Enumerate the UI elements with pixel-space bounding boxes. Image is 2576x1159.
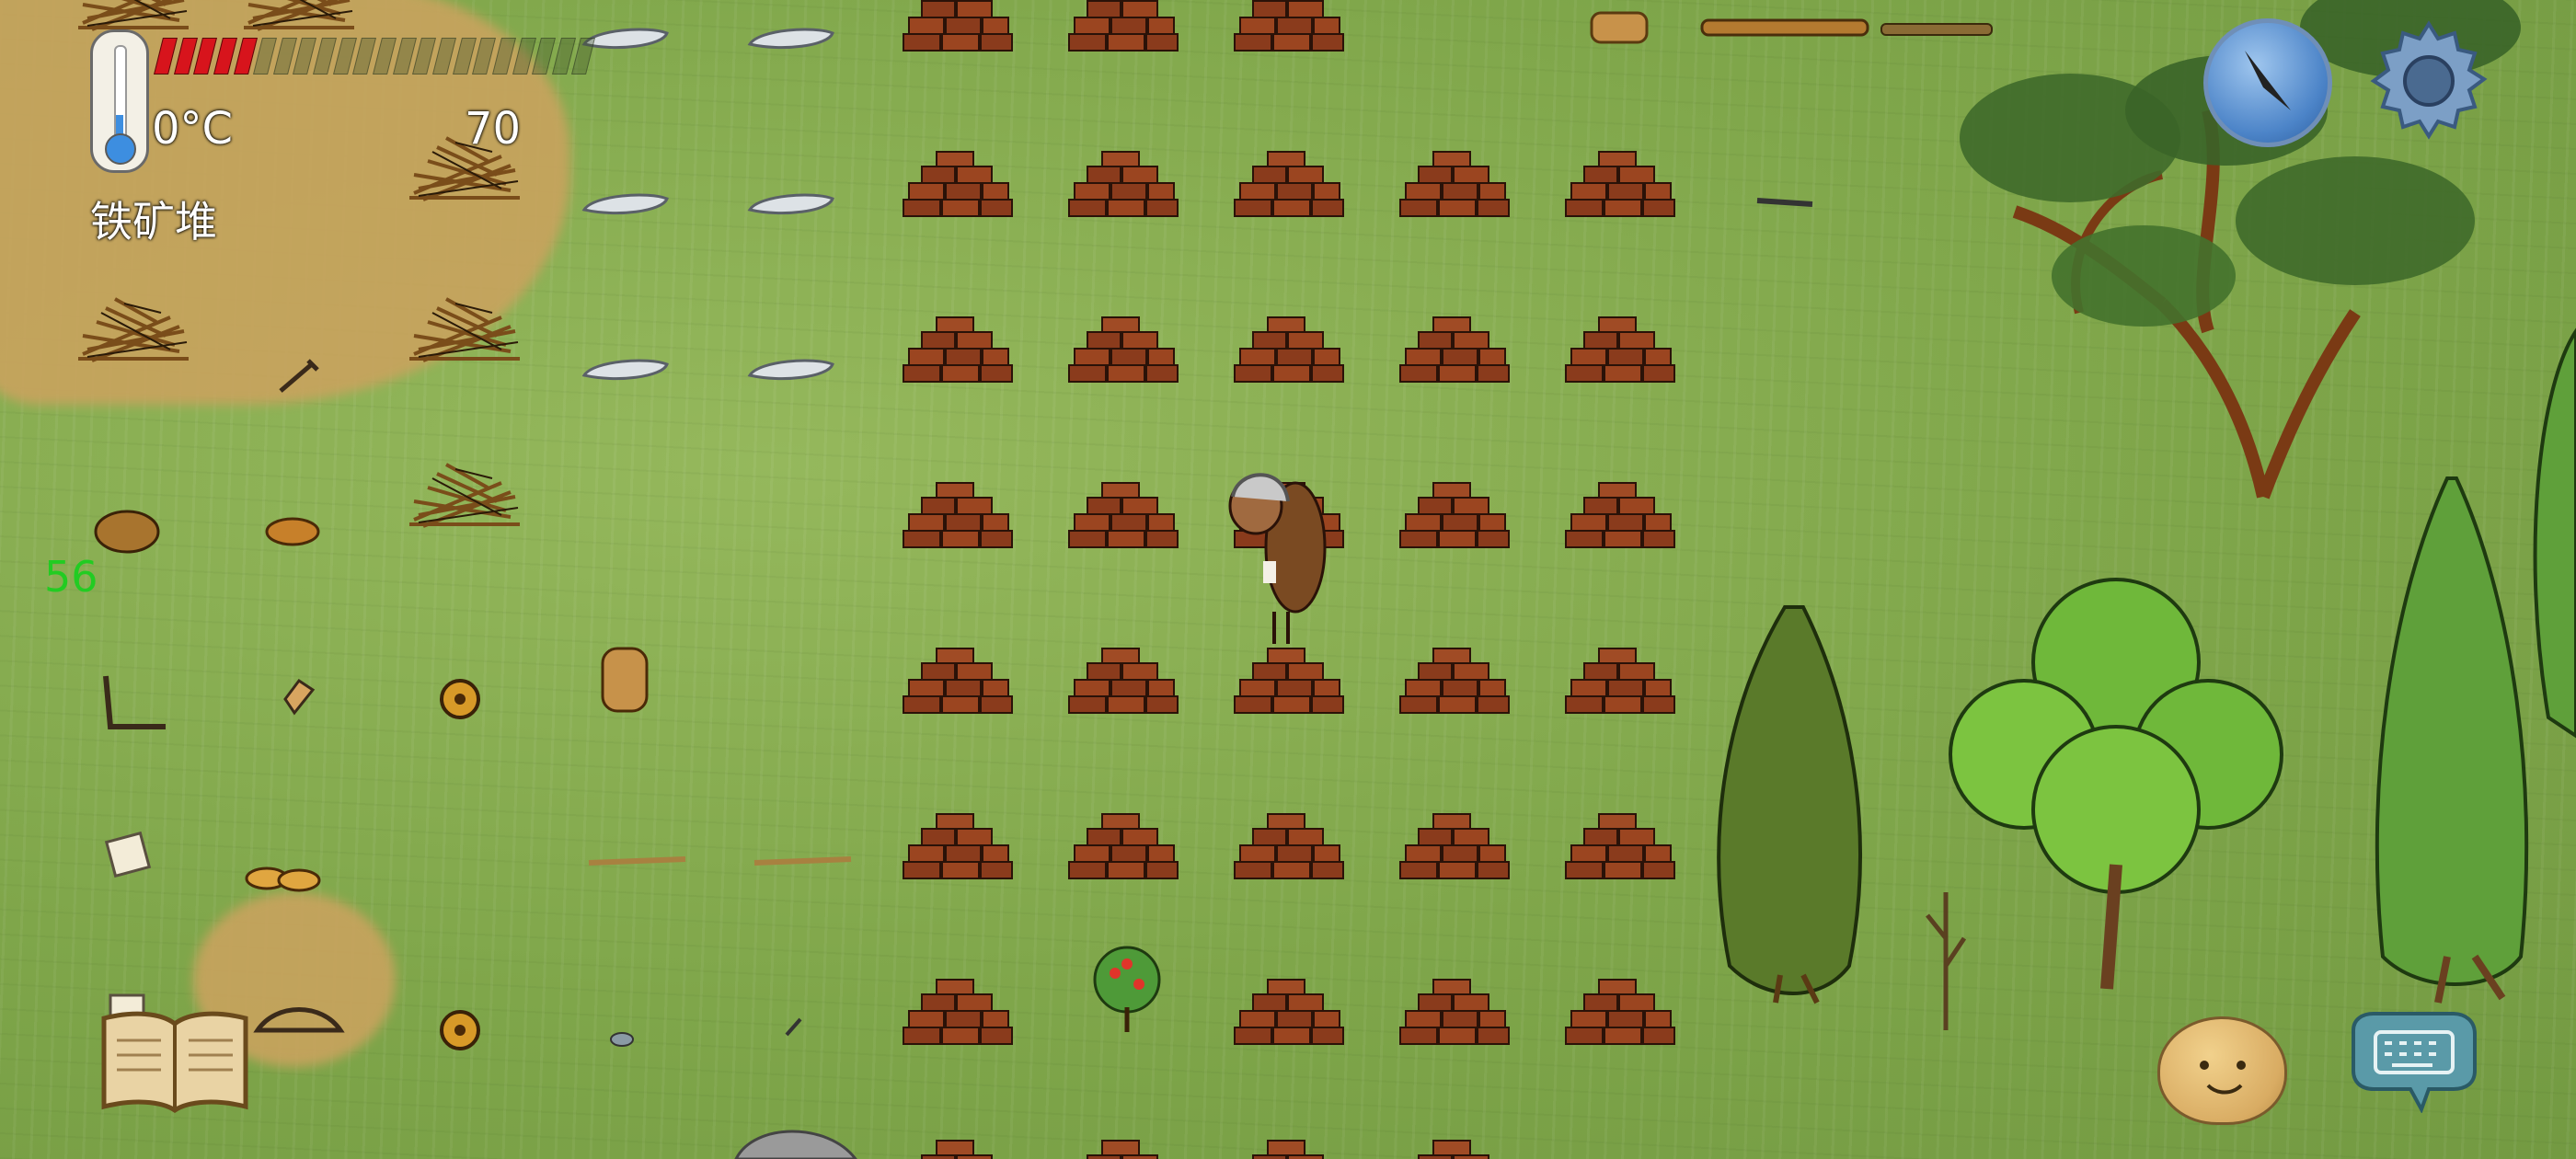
food-pip-empty: [313, 38, 337, 75]
counter-value: 70: [465, 103, 522, 155]
hovered-object-label: 铁矿堆: [90, 197, 217, 247]
food-pip-filled: [193, 38, 217, 75]
cypress-tree: [1717, 605, 1862, 1004]
food-pip-filled: [213, 38, 237, 75]
gear-icon[interactable]: [2364, 17, 2493, 145]
player-character: [1228, 473, 1327, 644]
food-pip-empty: [532, 38, 556, 75]
thermometer-bulb: [105, 133, 136, 165]
maple-tree: [1949, 578, 2283, 990]
food-pip-empty: [431, 38, 456, 75]
emote-face-icon[interactable]: [2157, 1016, 2287, 1125]
food-meter: [154, 37, 596, 75]
edge-tree: [2533, 327, 2576, 739]
food-pip-empty: [253, 38, 277, 75]
food-pip-empty: [472, 38, 496, 75]
food-pip-empty: [491, 38, 516, 75]
food-pip-empty: [352, 38, 377, 75]
flint-stones: [582, 28, 834, 381]
thermometer-icon: [90, 29, 149, 173]
side-number: 56: [44, 552, 98, 602]
small-items: [94, 11, 1993, 1159]
temperature-readout: 0°C: [152, 103, 234, 155]
compass-icon[interactable]: [2203, 18, 2332, 147]
food-pip-empty: [373, 38, 397, 75]
world-objects: [76, 0, 2576, 1159]
book-icon[interactable]: [97, 1007, 253, 1116]
game-world[interactable]: [0, 0, 2576, 1159]
keyboard-chat-icon[interactable]: [2344, 1012, 2480, 1114]
sapling: [1926, 892, 1967, 1030]
tall-cypress-tree: [2375, 476, 2529, 1004]
food-pip-empty: [412, 38, 436, 75]
